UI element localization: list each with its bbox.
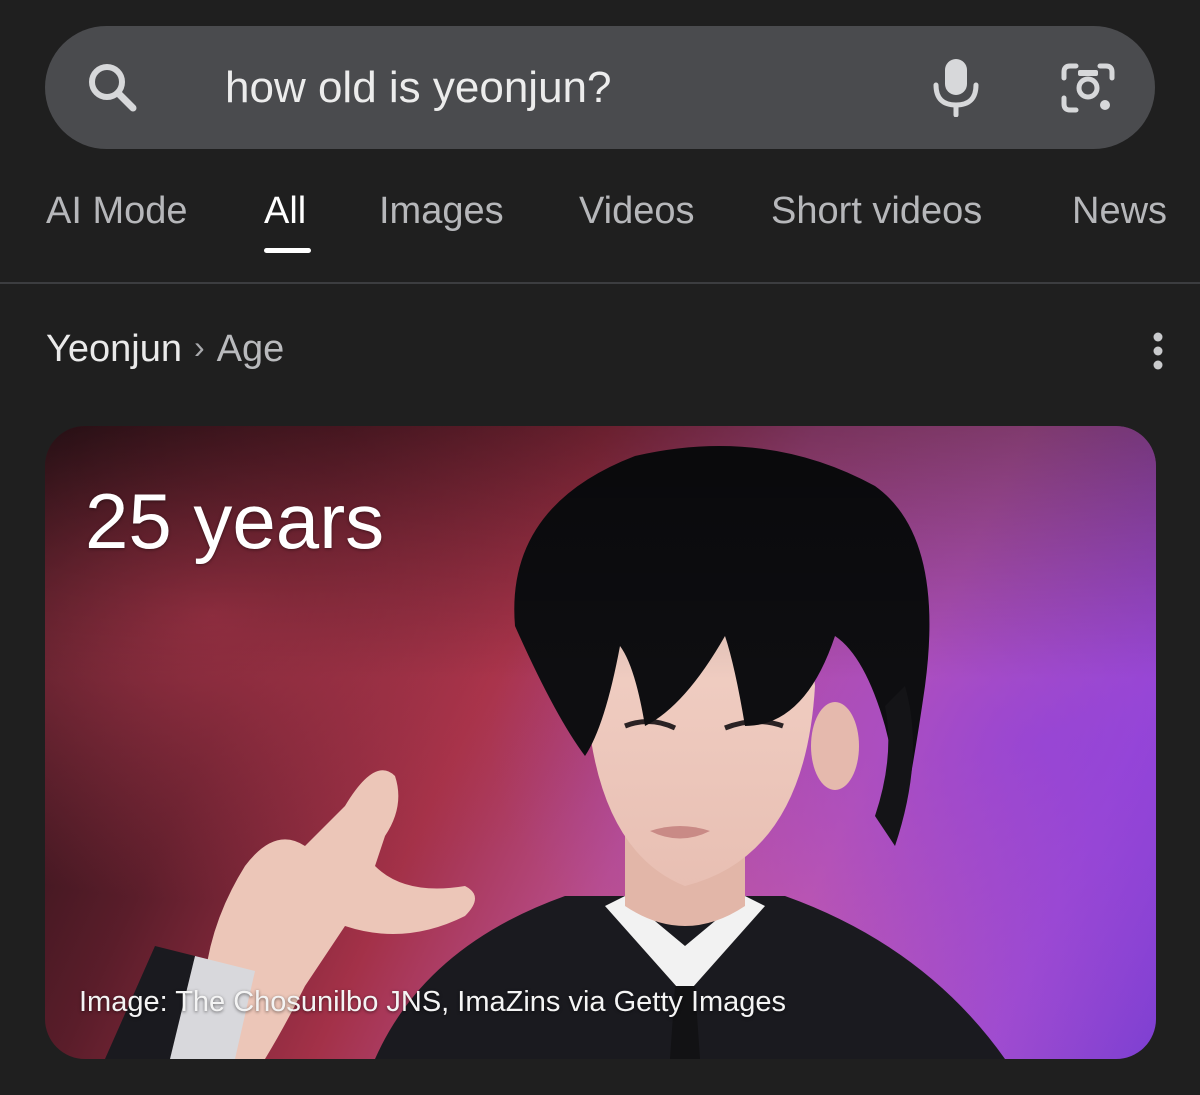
tab-ai-mode[interactable]: AI Mode — [46, 190, 188, 233]
tab-news[interactable]: News — [1072, 190, 1167, 233]
age-value: 25 years — [85, 477, 385, 565]
breadcrumb-attribute: Age — [216, 328, 285, 370]
google-lens-icon[interactable] — [1058, 60, 1118, 116]
search-tabs: AI Mode All Images Videos Short videos N… — [0, 168, 1200, 284]
tab-all[interactable]: All — [264, 190, 306, 233]
breadcrumb-separator: › — [193, 329, 205, 365]
active-tab-indicator — [264, 248, 311, 253]
search-results-page: AI Mode All Images Videos Short videos N… — [0, 0, 1200, 1095]
tab-short-videos[interactable]: Short videos — [771, 190, 982, 233]
tab-images[interactable]: Images — [379, 190, 504, 233]
tab-videos[interactable]: Videos — [579, 190, 695, 233]
age-answer-card[interactable]: 25 years Image: The Chosunilbo JNS, ImaZ… — [45, 426, 1156, 1059]
more-vertical-icon[interactable] — [1144, 332, 1172, 372]
breadcrumb-entity[interactable]: Yeonjun — [46, 328, 182, 370]
search-input[interactable] — [225, 52, 905, 124]
image-credit: Image: The Chosunilbo JNS, ImaZins via G… — [79, 986, 787, 1018]
microphone-icon[interactable] — [928, 57, 984, 117]
search-bar[interactable] — [45, 26, 1155, 149]
breadcrumb: Yeonjun › Age — [46, 328, 284, 371]
search-icon[interactable] — [85, 60, 141, 116]
